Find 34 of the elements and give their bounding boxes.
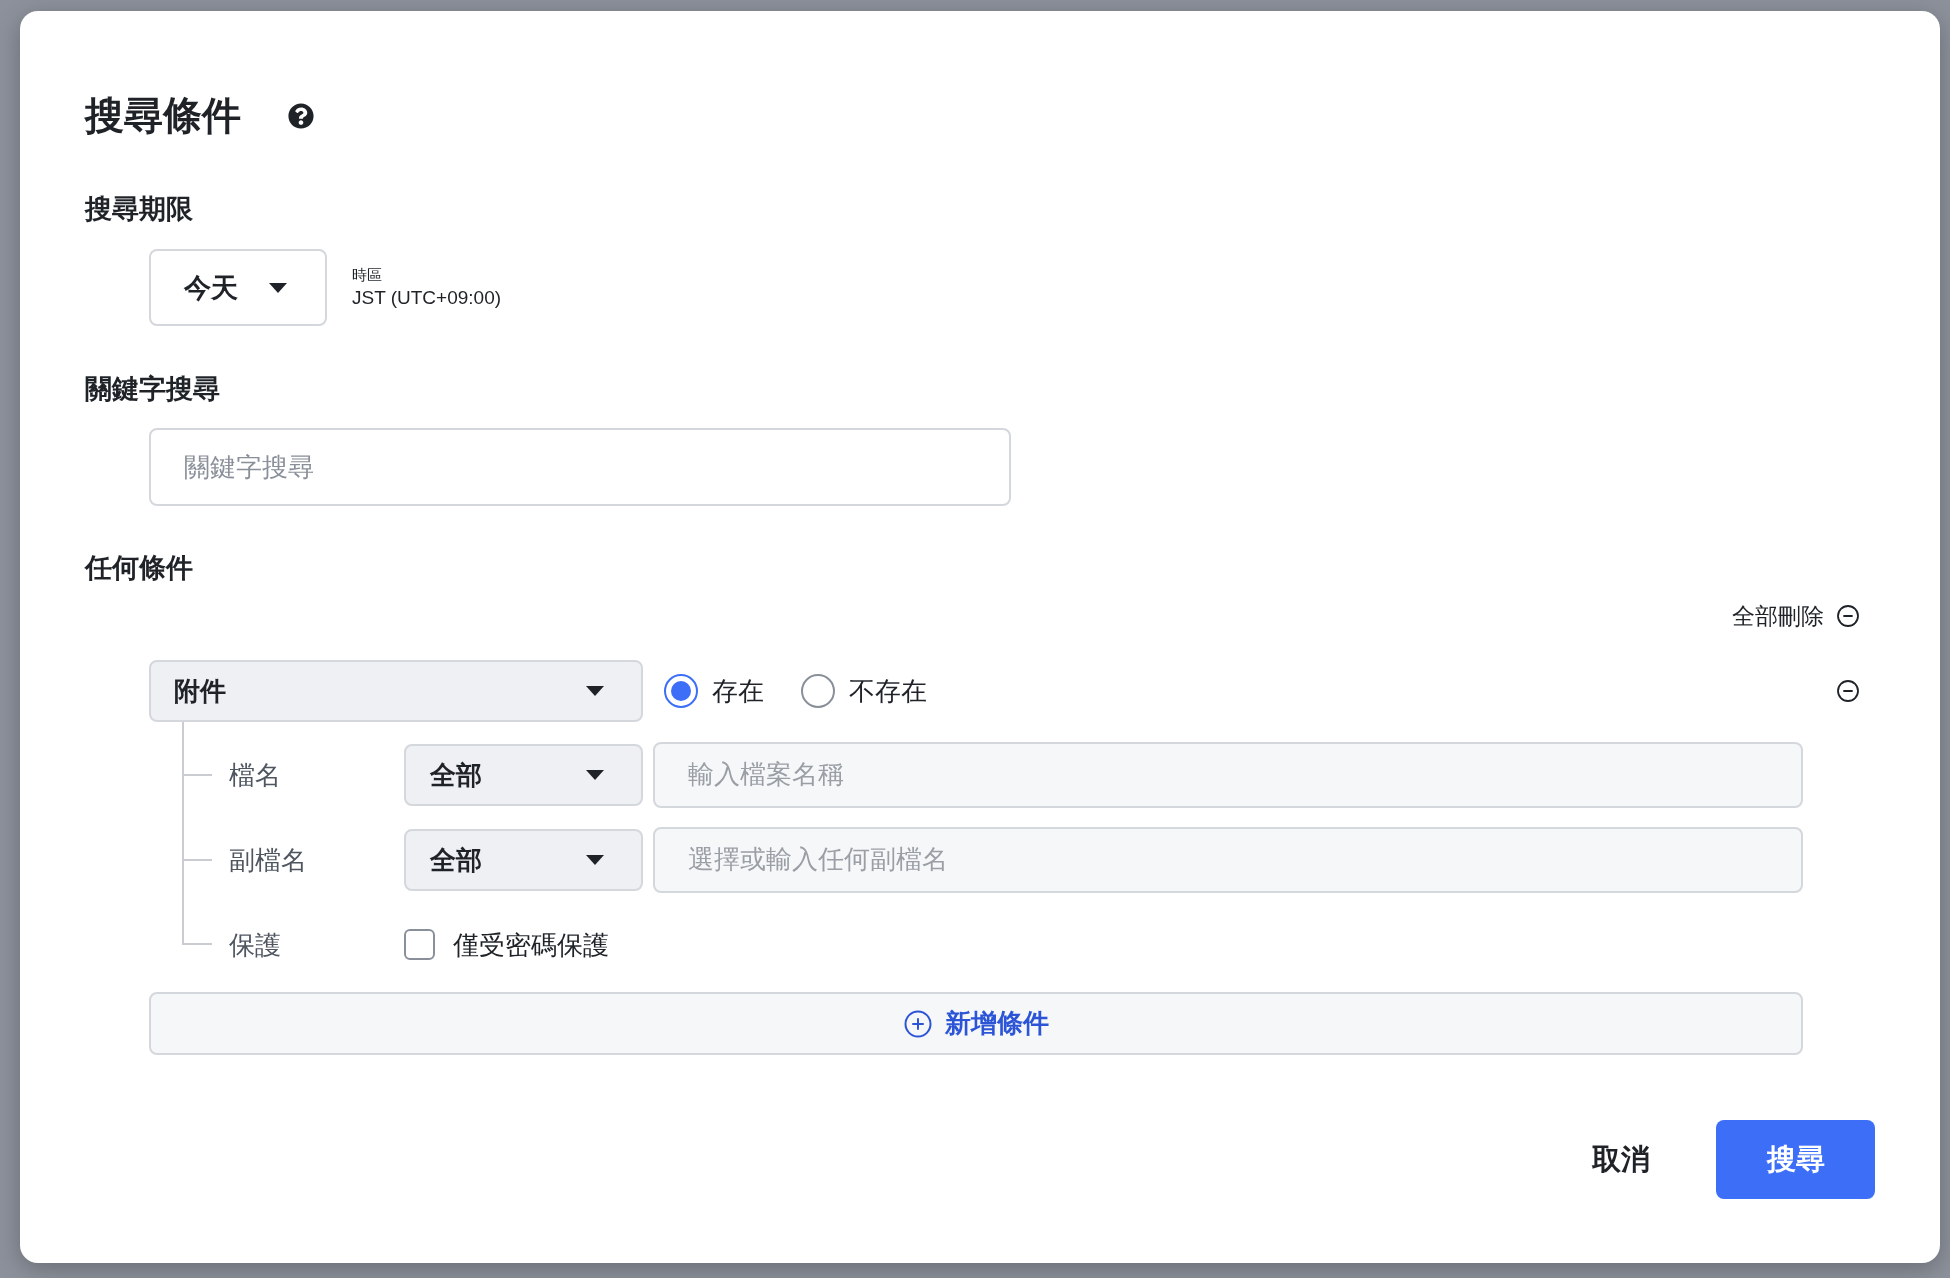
add-condition-button[interactable]: 新增條件: [149, 992, 1803, 1055]
radio-button[interactable]: [801, 674, 835, 708]
text-input[interactable]: 選擇或輸入任何副檔名: [653, 826, 1803, 893]
checkbox-label: 僅受密碼保護: [453, 928, 609, 962]
plus-circle-icon: [903, 1008, 933, 1039]
condition-type-dropdown[interactable]: 附件: [149, 660, 643, 722]
caret-icon: [586, 686, 604, 696]
remove-condition-icon[interactable]: [1836, 679, 1860, 703]
cancel-button[interactable]: 取消: [1574, 1120, 1668, 1199]
match-dropdown[interactable]: 全部: [404, 828, 643, 891]
text-input[interactable]: 輸入檔案名稱: [653, 741, 1803, 808]
section-label: 關鍵字搜尋: [85, 373, 220, 406]
timezone-label: 時區: [352, 264, 383, 285]
timezone-value: JST (UTC+09:00): [352, 285, 502, 310]
section-label: 任何條件: [85, 552, 193, 585]
help-icon[interactable]: [288, 103, 314, 129]
checkbox[interactable]: [404, 929, 435, 960]
field-label: 副檔名: [229, 843, 308, 877]
radio-label: 存在: [712, 675, 764, 708]
radio-label: 不存在: [849, 675, 927, 708]
dialog-title: 搜尋條件: [85, 93, 241, 139]
match-dropdown[interactable]: 全部: [404, 743, 643, 806]
field-label: 保護: [229, 928, 282, 962]
search-button[interactable]: 搜尋: [1716, 1120, 1875, 1199]
field-label: 檔名: [229, 758, 282, 792]
radio-button[interactable]: [664, 674, 698, 708]
keyword-input[interactable]: 關鍵字搜尋: [149, 428, 1011, 506]
caret-icon: [586, 769, 604, 780]
caret-icon: [586, 854, 604, 865]
section-label: 搜尋期限: [85, 193, 193, 226]
minus-circle-icon: [1836, 604, 1860, 628]
period-dropdown[interactable]: 今天: [149, 249, 327, 326]
caret-icon: [269, 282, 287, 293]
remove-all-button[interactable]: 全部刪除: [1732, 600, 1860, 632]
